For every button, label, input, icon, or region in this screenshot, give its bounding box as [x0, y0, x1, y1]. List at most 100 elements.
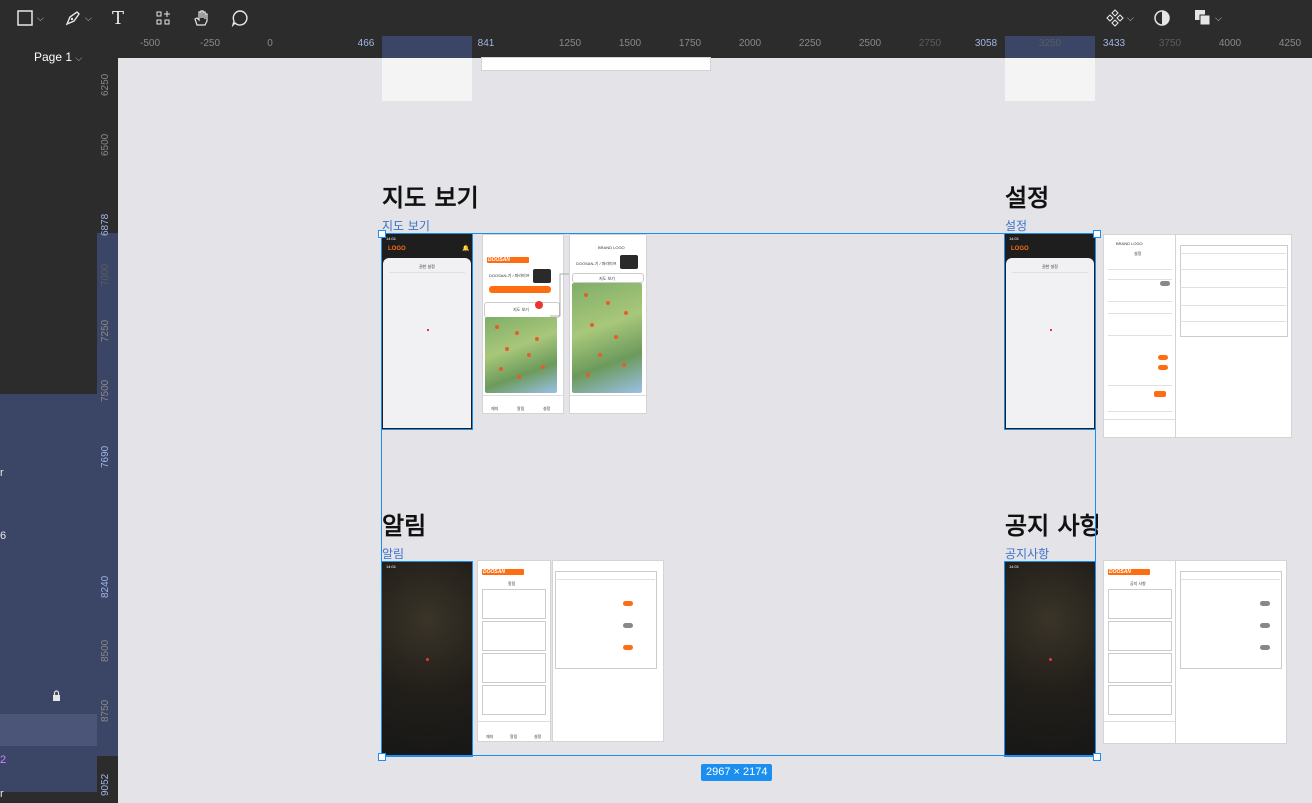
- bottom-nav: [1104, 419, 1176, 438]
- ruler-tick: -250: [199, 38, 221, 49]
- bottom-nav: 재지 알림 설정: [483, 395, 563, 414]
- comment-tool[interactable]: [231, 4, 249, 32]
- nav-item[interactable]: 재지: [486, 734, 493, 740]
- vertical-ruler: 6250 6500 6878 7000 7250 7500 7690 8240 …: [97, 36, 118, 803]
- component-tool[interactable]: ⌵: [1106, 4, 1134, 32]
- hand-tool[interactable]: [192, 4, 210, 32]
- comment-icon: [231, 10, 248, 27]
- ruler-tick: 3750: [1158, 38, 1182, 49]
- frame-label-alerts[interactable]: 알림: [382, 545, 404, 562]
- layers-panel: Page 1 ⌵ r 6 2 r: [0, 36, 97, 803]
- resize-handle[interactable]: [378, 753, 386, 761]
- layers-icon: [1195, 10, 1211, 26]
- phone-frame-alerts[interactable]: 14:01: [381, 561, 473, 757]
- top-toolbar: ⌵ ⌵ T ⌵ ⌵: [0, 0, 1312, 36]
- nav-item[interactable]: 재지: [491, 406, 498, 412]
- contrast-tool[interactable]: [1153, 4, 1171, 32]
- section-title-settings: 설정: [1005, 184, 1050, 212]
- site-name: DOOSAN-기 / 파라미프: [489, 273, 530, 278]
- components-tool[interactable]: [154, 4, 172, 32]
- lock-icon[interactable]: [52, 690, 61, 701]
- layer-label[interactable]: 2: [0, 754, 6, 766]
- bottom-nav: [1104, 721, 1176, 744]
- panel-title: 지도 보기: [513, 307, 529, 312]
- ruler-tick: 4000: [1218, 38, 1242, 49]
- panel-title: 지도 보기: [599, 276, 615, 281]
- frame-partial[interactable]: [382, 58, 472, 101]
- korea-map[interactable]: [485, 317, 557, 393]
- resize-handle[interactable]: [1093, 230, 1101, 238]
- nav-item[interactable]: 설정: [534, 734, 541, 740]
- center-marker: [1050, 329, 1052, 331]
- nav-item[interactable]: 설정: [543, 406, 550, 412]
- app-logo: LOGO: [1011, 246, 1029, 252]
- phone-frame-settings[interactable]: 14:01 LOGO 권한 설정: [1004, 233, 1096, 430]
- ruler-tick: 7500: [100, 379, 111, 402]
- chevron-down-icon: ⌵: [1127, 12, 1134, 23]
- chevron-down-icon: ⌵: [85, 12, 92, 23]
- phone-frame-map[interactable]: 14:01 LOGO 🔔 권한 설정: [381, 233, 473, 430]
- map-screen-mock[interactable]: BRAND LOGO DOOSAN-기 / 파라미프 지도 보기: [570, 235, 646, 413]
- status-time: 14:01: [386, 564, 397, 569]
- ruler-tick: 1500: [618, 38, 642, 49]
- text-tool[interactable]: T: [112, 4, 124, 32]
- status-time: 14:01: [1009, 236, 1020, 241]
- ruler-highlight: [97, 233, 118, 756]
- bell-icon[interactable]: 🔔: [462, 245, 469, 252]
- ruler-tick: 2500: [858, 38, 882, 49]
- page-selector[interactable]: Page 1 ⌵: [34, 50, 82, 64]
- ruler-tick: 8240: [100, 575, 111, 598]
- chevron-down-icon: ⌵: [1215, 12, 1222, 23]
- ruler-tick: 3433: [1102, 38, 1126, 49]
- spec-table-mock[interactable]: [1176, 561, 1286, 743]
- layer-label[interactable]: r: [0, 788, 4, 800]
- components-icon: [156, 11, 170, 25]
- page-label: Page 1: [34, 50, 73, 64]
- action-button[interactable]: [489, 286, 551, 293]
- layers-tool[interactable]: ⌵: [1194, 4, 1222, 32]
- frame-partial[interactable]: [1005, 58, 1095, 101]
- frame-label-notices[interactable]: 공지사항: [1005, 545, 1049, 562]
- ruler-tick: 2750: [918, 38, 942, 49]
- map-screen-mock[interactable]: DOOSAN DOOSAN-기 / 파라미프 지도 보기 재지 알림 설정: [483, 235, 563, 413]
- ruler-tick: 2000: [738, 38, 762, 49]
- frame-partial[interactable]: [482, 58, 710, 70]
- brand-logo: DOOSAN: [488, 257, 510, 263]
- frame-label-settings[interactable]: 설정: [1005, 217, 1027, 234]
- phone-frame-notices[interactable]: 14:01: [1004, 561, 1096, 757]
- menu-title: 권한 설정: [1042, 264, 1058, 269]
- chevron-down-icon: ⌵: [37, 12, 44, 23]
- korea-map[interactable]: [572, 283, 642, 393]
- notices-screen-mock[interactable]: DOOSAN 공지 사항: [1104, 561, 1176, 743]
- spec-table-mock[interactable]: [553, 561, 663, 741]
- hand-icon: [194, 10, 208, 26]
- pen-tool[interactable]: ⌵: [64, 4, 92, 32]
- resize-handle[interactable]: [378, 230, 386, 238]
- frame-label-map[interactable]: 지도 보기: [382, 217, 430, 234]
- frame-tool[interactable]: ⌵: [16, 4, 44, 32]
- frame-icon: [17, 10, 33, 26]
- ruler-highlight: [382, 36, 472, 58]
- bottom-nav: 재지 알림 설정: [478, 721, 550, 742]
- layer-row-active[interactable]: [0, 714, 97, 746]
- status-time: 14:01: [1009, 564, 1020, 569]
- spec-table-mock[interactable]: [1176, 235, 1291, 437]
- nav-item[interactable]: 알림: [510, 734, 517, 740]
- selection-size-badge: 2967 × 2174: [701, 764, 773, 781]
- section-title-map: 지도 보기: [382, 184, 479, 212]
- menu-title: 권한 설정: [419, 264, 435, 269]
- badge: [535, 301, 543, 309]
- settings-screen-mock[interactable]: BRAND LOGO 설정: [1104, 235, 1176, 437]
- nav-item[interactable]: 알림: [517, 406, 524, 412]
- ruler-tick: 8500: [100, 639, 111, 662]
- text-icon: T: [112, 7, 125, 29]
- settings-title: 설정: [1134, 251, 1142, 256]
- resize-handle[interactable]: [1093, 753, 1101, 761]
- alerts-screen-mock[interactable]: DOOSAN 알림 재지 알림 설정: [478, 561, 550, 741]
- center-marker: [426, 658, 429, 661]
- layer-label[interactable]: 6: [0, 530, 6, 542]
- layer-label[interactable]: r: [0, 467, 4, 479]
- ruler-tick: 6878: [100, 213, 111, 236]
- ruler-tick: 7250: [100, 319, 111, 342]
- app-logo: LOGO: [388, 246, 406, 252]
